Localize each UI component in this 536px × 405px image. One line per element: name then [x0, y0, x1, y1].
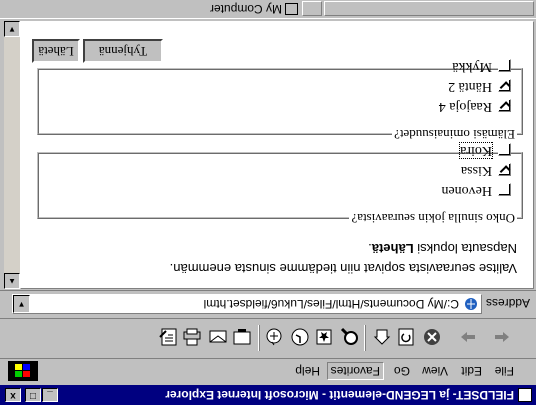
legend-pets: Onko sinulla jokin seuraavista?: [351, 211, 515, 226]
menu-view[interactable]: View: [422, 364, 448, 378]
fullscreen-icon[interactable]: [232, 327, 252, 347]
checkbox-hanta[interactable]: [498, 79, 511, 93]
address-label: Address: [485, 296, 530, 310]
back-icon[interactable]: [492, 327, 512, 347]
ie-icon: [518, 388, 532, 402]
checkbox-kissa[interactable]: [498, 163, 511, 177]
status-bar: My Computer: [0, 0, 536, 19]
fieldset-properties: Elämäsi ominaisuudet? Raajoja 4 Häntä 2 …: [37, 59, 523, 142]
menu-bar: File Edit View Go Favorites Help: [0, 358, 536, 383]
legend-properties: Elämäsi ominaisuudet?: [394, 127, 515, 142]
reset-button[interactable]: Tyhjennä: [83, 39, 163, 63]
vertical-scrollbar[interactable]: ▲ ▼: [4, 21, 20, 289]
title-bar: FIELDSET- ja LEGEND-elementit - Microsof…: [0, 385, 536, 405]
option-koira[interactable]: Koira: [459, 142, 511, 159]
address-dropdown-button[interactable]: ▼: [13, 295, 30, 313]
address-value: C:/My Documents/Html/Files/Luku6/fieldse…: [203, 297, 459, 311]
intro-line-1: Valitse seuraavista sopivat niin tiedämm…: [169, 261, 517, 276]
refresh-icon[interactable]: [396, 327, 416, 347]
computer-icon: [285, 3, 298, 15]
toolbar: [0, 318, 536, 357]
fieldset-pets: Onko sinulla jokin seuraavista? Hevonen …: [37, 142, 523, 226]
menu-file[interactable]: File: [495, 364, 514, 378]
submit-reference: Lähetä: [371, 241, 414, 256]
toolbar-separator: [258, 325, 260, 351]
status-progress-pane: [302, 1, 322, 16]
menu-help[interactable]: Help: [295, 364, 320, 378]
option-hanta[interactable]: Häntä 2: [448, 78, 511, 94]
scroll-up-button[interactable]: ▲: [4, 273, 20, 289]
address-bar: Address C:/My Documents/Html/Files/Luku6…: [0, 290, 536, 317]
option-mykka[interactable]: Mykkä: [452, 58, 511, 74]
channels-icon[interactable]: [264, 327, 284, 347]
checkbox-raajoja[interactable]: [498, 99, 511, 113]
minimize-button[interactable]: _: [42, 388, 58, 402]
window-title: FIELDSET- ja LEGEND-elementit - Microsof…: [165, 388, 514, 402]
page-content: Valitse seuraavista sopivat niin tiedämm…: [20, 21, 534, 289]
address-input[interactable]: C:/My Documents/Html/Files/Luku6/fieldse…: [12, 294, 482, 314]
page-icon: [464, 297, 478, 311]
option-raajoja[interactable]: Raajoja 4: [439, 98, 511, 114]
scroll-down-button[interactable]: ▼: [4, 21, 20, 37]
menu-edit[interactable]: Edit: [461, 364, 482, 378]
print-icon[interactable]: [182, 327, 202, 347]
mail-icon[interactable]: [208, 327, 228, 347]
browser-window: FIELDSET- ja LEGEND-elementit - Microsof…: [0, 0, 536, 405]
home-icon[interactable]: [372, 327, 392, 347]
checkbox-mykka[interactable]: [498, 59, 511, 73]
menu-favorites[interactable]: Favorites: [326, 362, 384, 380]
stop-icon[interactable]: [422, 327, 442, 347]
checkbox-hevonen[interactable]: [498, 183, 511, 197]
maximize-button[interactable]: □: [25, 388, 41, 402]
option-kissa[interactable]: Kissa: [461, 162, 511, 178]
search-icon[interactable]: [340, 327, 360, 347]
edit-icon[interactable]: [158, 327, 178, 347]
history-icon[interactable]: [290, 327, 310, 347]
close-button[interactable]: x: [5, 388, 21, 402]
forward-icon[interactable]: [458, 327, 478, 347]
windows-logo-icon: [8, 361, 38, 381]
intro-line-2: Napsauta lopuksi Lähetä.: [368, 241, 517, 256]
checkbox-koira[interactable]: [498, 143, 511, 157]
toolbar-separator: [364, 325, 366, 351]
zone-label: My Computer: [209, 2, 282, 16]
status-text-pane: [324, 1, 534, 16]
favorites-icon[interactable]: [314, 327, 334, 347]
menu-go[interactable]: Go: [394, 364, 410, 378]
option-hevonen[interactable]: Hevonen: [441, 182, 511, 198]
submit-button[interactable]: Lähetä: [32, 39, 80, 63]
